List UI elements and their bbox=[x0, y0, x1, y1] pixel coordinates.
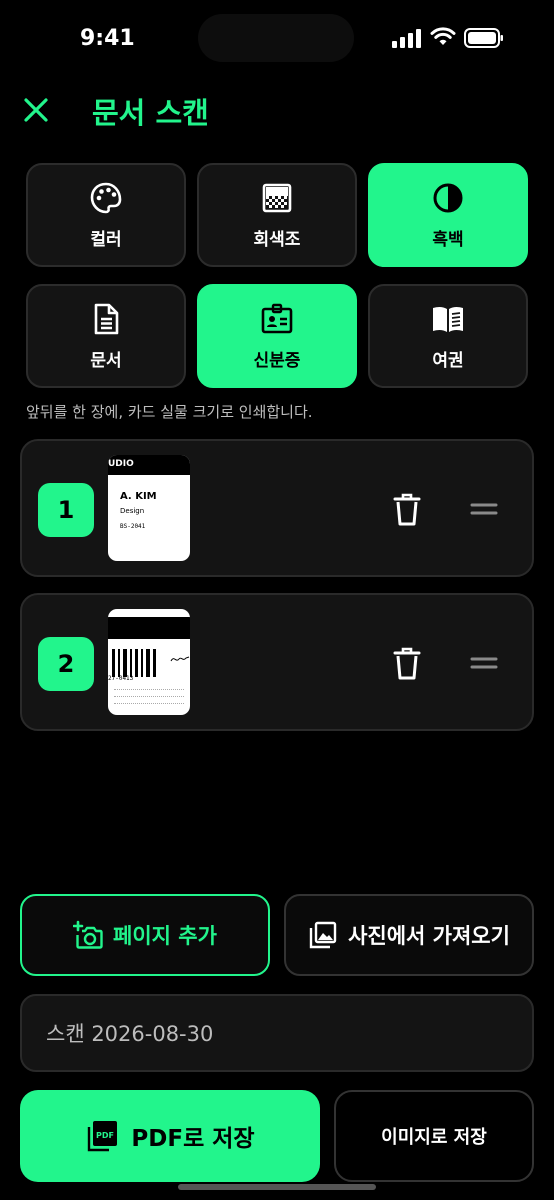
mode-black-white-button[interactable]: 흑백 bbox=[368, 163, 528, 267]
thumb-card-id: BS-2041 bbox=[120, 523, 146, 530]
thumb-card-header: UDIO bbox=[108, 459, 134, 469]
pdf-file-icon: PDF bbox=[88, 1121, 118, 1152]
close-icon[interactable] bbox=[22, 96, 50, 124]
trash-icon[interactable] bbox=[392, 645, 422, 681]
thumb-card-dept: Design bbox=[120, 507, 145, 515]
mode-label: 문서 bbox=[90, 350, 122, 371]
photo-library-icon bbox=[309, 921, 337, 949]
trash-icon[interactable] bbox=[392, 491, 422, 527]
svg-text:PDF: PDF bbox=[96, 1131, 114, 1140]
drag-handle-icon[interactable] bbox=[470, 655, 498, 671]
status-time: 9:41 bbox=[80, 26, 135, 51]
mode-hint-text: 앞뒤를 한 장에, 카드 실물 크기로 인쇄합니다. bbox=[26, 403, 313, 421]
thumb-signature bbox=[170, 656, 190, 662]
page-thumbnail[interactable]: 27-0413 bbox=[108, 609, 190, 715]
wifi-icon bbox=[430, 27, 456, 45]
import-photo-label: 사진에서 가져오기 bbox=[348, 924, 510, 948]
mode-grayscale-button[interactable]: 회색조 bbox=[197, 163, 357, 267]
camera-add-icon bbox=[73, 920, 103, 949]
home-indicator bbox=[178, 1184, 376, 1190]
contrast-icon bbox=[433, 183, 463, 212]
page-list-item[interactable]: 2 27-0413 bbox=[20, 593, 534, 731]
save-image-button[interactable]: 이미지로 저장 bbox=[334, 1090, 534, 1182]
mode-document-button[interactable]: 문서 bbox=[26, 284, 186, 388]
page-thumbnail[interactable]: UDIO A. KIM Design BS-2041 bbox=[108, 455, 190, 561]
mode-label: 흑백 bbox=[432, 229, 464, 250]
grayscale-icon bbox=[262, 183, 292, 212]
document-icon bbox=[94, 303, 119, 334]
save-pdf-button[interactable]: PDF PDF로 저장 bbox=[20, 1090, 320, 1182]
battery-icon bbox=[464, 28, 503, 48]
drag-handle-icon[interactable] bbox=[470, 501, 498, 517]
palette-icon bbox=[90, 182, 122, 213]
page-number-badge: 2 bbox=[38, 637, 94, 691]
save-image-label: 이미지로 저장 bbox=[381, 1127, 487, 1148]
page-title: 문서 스캔 bbox=[92, 96, 209, 130]
dynamic-island bbox=[198, 14, 354, 62]
thumb-barcode-number: 27-0413 bbox=[108, 675, 134, 682]
page-number-badge: 1 bbox=[38, 483, 94, 537]
id-card-icon bbox=[261, 303, 293, 333]
mode-passport-button[interactable]: 여권 bbox=[368, 284, 528, 388]
thumb-magnetic-stripe bbox=[108, 617, 190, 639]
page-list-item[interactable]: 1 UDIO A. KIM Design BS-2041 bbox=[20, 439, 534, 577]
cellular-signal-icon bbox=[392, 29, 421, 48]
status-bar: 9:41 bbox=[0, 0, 554, 80]
mode-color-button[interactable]: 컬러 bbox=[26, 163, 186, 267]
mode-label: 신분증 bbox=[253, 350, 301, 371]
import-photo-button[interactable]: 사진에서 가져오기 bbox=[284, 894, 534, 976]
mode-label: 여권 bbox=[432, 350, 464, 371]
mode-id-card-button[interactable]: 신분증 bbox=[197, 284, 357, 388]
add-page-button[interactable]: 페이지 추가 bbox=[20, 894, 270, 976]
thumb-card-name: A. KIM bbox=[120, 491, 157, 502]
save-pdf-label: PDF로 저장 bbox=[131, 1126, 255, 1152]
mode-label: 컬러 bbox=[90, 229, 122, 250]
mode-label: 회색조 bbox=[253, 229, 301, 250]
filename-field[interactable]: 스캔 2026-08-30 bbox=[20, 994, 534, 1072]
passport-book-icon bbox=[433, 306, 463, 332]
add-page-label: 페이지 추가 bbox=[113, 924, 217, 948]
